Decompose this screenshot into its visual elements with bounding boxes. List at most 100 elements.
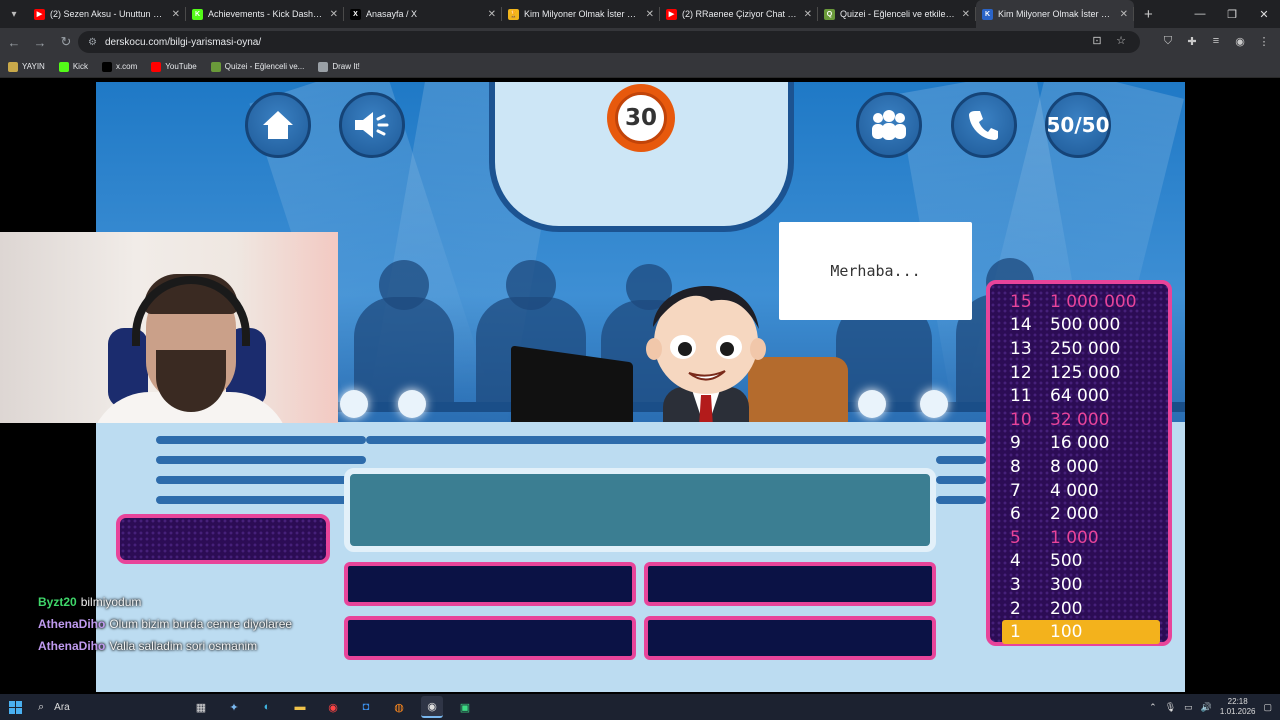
- ladder-row: 8 8 000: [1010, 455, 1156, 479]
- install-app-icon[interactable]: ⊡: [1086, 34, 1108, 47]
- ladder-amount: 500 000: [1050, 315, 1121, 336]
- tab-close-icon[interactable]: ✕: [962, 9, 970, 20]
- current-prize-box: [116, 514, 330, 564]
- streaming-app-icon[interactable]: ▣: [454, 696, 476, 718]
- answer-b-button[interactable]: [644, 562, 936, 606]
- tab-close-icon[interactable]: ✕: [646, 9, 654, 20]
- browser-tab[interactable]: Q Quizei - Eğlenceli ve etkileşimli ✕: [818, 0, 976, 28]
- chrome-icon[interactable]: ◉: [322, 696, 344, 718]
- tab-favicon-icon: ▶: [666, 8, 677, 20]
- bookmark-item[interactable]: Kick: [58, 61, 88, 72]
- bookmark-item[interactable]: YouTube: [151, 61, 197, 72]
- back-button[interactable]: ←: [2, 30, 26, 54]
- tab-close-icon[interactable]: ✕: [172, 9, 180, 20]
- menu-kebab-icon[interactable]: ⋮: [1254, 30, 1274, 52]
- ladder-level: 10: [1010, 409, 1032, 430]
- ladder-level: 13: [1010, 338, 1032, 359]
- home-button[interactable]: [245, 92, 311, 158]
- ladder-row: 2 200: [1010, 597, 1156, 621]
- site-info-icon[interactable]: ⚙: [88, 37, 97, 48]
- start-button[interactable]: [0, 694, 30, 720]
- shield-extension-icon[interactable]: ⛉: [1158, 30, 1178, 52]
- taskbar-search[interactable]: ⌕ Ara: [30, 701, 150, 714]
- tab-close-icon[interactable]: ✕: [488, 9, 496, 20]
- floor-stripe: [156, 496, 366, 504]
- tab-title: Kim Milyoner Olmak İster Oyunu: [998, 9, 1116, 19]
- chat-text: Valla salladim sori osmanim: [109, 639, 258, 653]
- tab-close-icon[interactable]: ✕: [804, 9, 812, 20]
- browser-tab[interactable]: 🏆 Kim Milyoner Olmak İster Oyunu ✕: [502, 0, 660, 28]
- tab-close-icon[interactable]: ✕: [330, 9, 338, 20]
- microphone-icon[interactable]: 🎙: [1165, 702, 1176, 713]
- new-tab-button[interactable]: +: [1144, 6, 1153, 23]
- media-controls-icon[interactable]: ≡: [1206, 30, 1226, 52]
- profile-avatar-icon[interactable]: ◉: [1230, 30, 1250, 52]
- browser-tab[interactable]: K Achievements - Kick Dashboard ✕: [186, 0, 344, 28]
- phone-icon: [969, 111, 998, 140]
- forward-button[interactable]: →: [28, 30, 52, 54]
- tab-search-button[interactable]: ▾: [0, 0, 28, 28]
- tray-overflow-icon[interactable]: ⌃: [1149, 702, 1157, 713]
- ladder-level: 3: [1010, 574, 1021, 595]
- floor-stripe: [936, 496, 986, 504]
- bookmark-item[interactable]: Draw It!: [318, 61, 360, 72]
- sound-button[interactable]: [339, 92, 405, 158]
- browser-tab[interactable]: K Kim Milyoner Olmak İster Oyunu ✕: [976, 0, 1134, 28]
- ladder-level: 2: [1010, 598, 1021, 619]
- tab-title: Kim Milyoner Olmak İster Oyunu: [524, 9, 642, 19]
- edge-icon[interactable]: ◐: [256, 696, 278, 718]
- youtube-icon: [151, 61, 162, 72]
- ladder-amount: 4 000: [1050, 480, 1099, 501]
- file-explorer-icon[interactable]: ▬: [289, 696, 311, 718]
- chat-username: Byzt20: [38, 595, 77, 609]
- reload-button[interactable]: ↻: [54, 30, 78, 54]
- ladder-row: 11 64 000: [1010, 384, 1156, 408]
- task-view-icon[interactable]: ▦: [190, 696, 212, 718]
- close-window-button[interactable]: ✕: [1248, 0, 1280, 28]
- network-icon[interactable]: ▭: [1184, 702, 1193, 713]
- extensions-puzzle-icon[interactable]: ✚: [1182, 30, 1202, 52]
- bookmark-item[interactable]: x.com: [101, 61, 137, 72]
- search-placeholder: Ara: [54, 701, 70, 713]
- bookmark-star-icon[interactable]: ☆: [1110, 34, 1132, 47]
- outlook-icon[interactable]: ◘: [355, 696, 377, 718]
- stage-light: [340, 390, 368, 418]
- tab-title: (2) RRaenee Çiziyor Chat Bilmeye: [682, 9, 800, 19]
- firefox-icon[interactable]: ◍: [388, 696, 410, 718]
- browser-tab[interactable]: ▶ (2) RRaenee Çiziyor Chat Bilmeye ✕: [660, 0, 818, 28]
- fifty-fifty-lifeline[interactable]: 50/50: [1045, 92, 1111, 158]
- answer-d-button[interactable]: [644, 616, 936, 660]
- tab-title: Anasayfa / X: [366, 9, 418, 19]
- ladder-amount: 250 000: [1050, 338, 1121, 359]
- tab-favicon-icon: K: [192, 8, 203, 20]
- taskbar-clock[interactable]: 22:18 1.01.2026: [1220, 697, 1256, 717]
- tab-close-icon[interactable]: ✕: [1120, 9, 1128, 20]
- ladder-row: 4 500: [1010, 550, 1156, 574]
- tab-favicon-icon: K: [982, 8, 993, 20]
- chrome-active-icon[interactable]: ◉: [421, 696, 443, 718]
- ladder-level: 7: [1010, 480, 1021, 501]
- notifications-icon[interactable]: ▢: [1263, 702, 1272, 713]
- clock-date: 1.01.2026: [1219, 707, 1256, 716]
- maximize-button[interactable]: ❐: [1216, 0, 1248, 28]
- floor-stripe: [936, 476, 986, 484]
- browser-tab[interactable]: X Anasayfa / X ✕: [344, 0, 502, 28]
- chat-text: Olum bizim burda cemre diyolaree: [109, 617, 293, 631]
- volume-icon[interactable]: 🔊: [1201, 702, 1212, 713]
- quizei-icon: [210, 61, 221, 72]
- ladder-row: 6 2 000: [1010, 502, 1156, 526]
- answer-c-button[interactable]: [344, 616, 636, 660]
- browser-tab[interactable]: ▶ (2) Sezen Aksu - Unuttun Mu Beni ✕: [28, 0, 186, 28]
- url-bar[interactable]: ⚙ derskocu.com/bilgi-yarismasi-oyna/ ⊡ ☆: [78, 31, 1140, 53]
- answer-a-button[interactable]: [344, 562, 636, 606]
- minimize-button[interactable]: —: [1184, 0, 1216, 28]
- bookmark-item[interactable]: YAYIN: [8, 61, 45, 72]
- bookmark-item[interactable]: Quizei - Eğlenceli ve...: [210, 61, 304, 72]
- kick-icon: [58, 61, 69, 72]
- ask-audience-lifeline[interactable]: [856, 92, 922, 158]
- home-icon: [263, 111, 293, 139]
- copilot-icon[interactable]: ✦: [223, 696, 245, 718]
- taskbar-apps: ▦ ✦ ◐ ▬ ◉ ◘ ◍ ◉ ▣: [190, 696, 476, 718]
- tab-title: Quizei - Eğlenceli ve etkileşimli: [840, 9, 958, 19]
- phone-friend-lifeline[interactable]: [951, 92, 1017, 158]
